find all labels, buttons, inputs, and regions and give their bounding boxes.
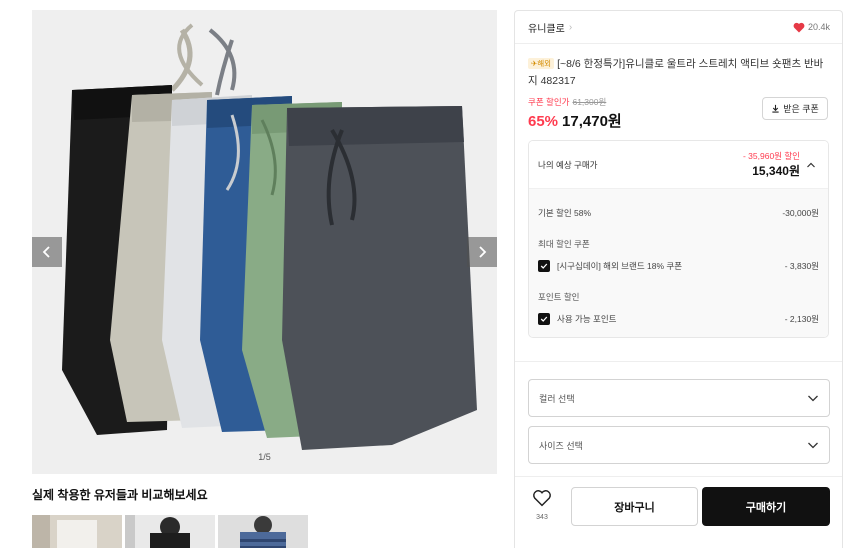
size-select[interactable]: 사이즈 선택 (528, 426, 830, 464)
base-discount-value: -30,000원 (782, 208, 819, 218)
chevron-left-icon (42, 246, 50, 258)
coupon-price-label: 쿠폰 할인가 (528, 97, 570, 107)
coupon-checkbox[interactable] (538, 260, 550, 272)
heart-filled-icon (793, 22, 805, 32)
product-photo (32, 10, 497, 474)
size-select-placeholder: 사이즈 선택 (539, 440, 583, 451)
max-coupon-section-label: 최대 할인 쿠폰 (538, 239, 590, 249)
overseas-badge: ✈해외 (528, 58, 555, 69)
prev-image-button[interactable] (32, 237, 62, 267)
product-image-gallery[interactable]: 1/5 (32, 10, 497, 474)
buy-now-button[interactable]: 구매하기 (702, 487, 830, 526)
product-info-panel: 유니클로 › 20.4k ✈해외 [~8/6 한정특가]유니클로 울트라 스트레치… (514, 10, 843, 548)
wishlist-count: 343 (536, 514, 548, 521)
coupon-discount-value: - 3,830원 (784, 261, 819, 271)
product-title-text: [~8/6 한정특가]유니클로 울트라 스트레치 액티브 숏팬츠 반바지 482… (528, 58, 824, 87)
estimated-price-amounts: - 35,960원 할인 15,340원 (743, 150, 800, 179)
sale-price: 17,470원 (562, 113, 622, 130)
estimated-total: 15,340원 (752, 164, 800, 178)
compare-section-title: 실제 착용한 유저들과 비교해보세요 (32, 488, 208, 502)
user-photo-thumbnail[interactable] (218, 515, 308, 548)
check-icon (540, 263, 548, 269)
divider (515, 361, 842, 362)
chevron-right-icon (479, 246, 487, 258)
point-checkbox[interactable] (538, 313, 550, 325)
product-title: ✈해외 [~8/6 한정특가]유니클로 울트라 스트레치 액티브 숏팬츠 반바지 … (515, 44, 842, 96)
point-section-label: 포인트 할인 (538, 292, 580, 302)
total-savings: - 35,960원 할인 (742, 151, 800, 161)
wishlist-button[interactable]: 343 (531, 489, 553, 521)
point-discount-left: 사용 가능 포인트 (538, 313, 616, 325)
coupon-discount-left: [시구십데이] 해외 브랜드 18% 쿠폰 (538, 260, 682, 272)
image-counter: 1/5 (258, 452, 271, 462)
color-select[interactable]: 컬러 선택 (528, 379, 830, 417)
point-item-label: 사용 가능 포인트 (557, 314, 617, 324)
received-coupon-button[interactable]: 받은 쿠폰 (762, 97, 828, 120)
user-photo-thumbnail[interactable] (125, 515, 215, 548)
heart-outline-icon (533, 490, 551, 507)
brand-like-count: 20.4k (807, 22, 830, 32)
user-photo-thumbnails (32, 515, 308, 548)
brand-like[interactable]: 20.4k (793, 22, 830, 33)
color-select-placeholder: 컬러 선택 (539, 393, 575, 404)
estimated-price-label: 나의 예상 구매가 (538, 159, 598, 170)
chevron-down-icon (808, 442, 818, 449)
brand-link[interactable]: 유니클로 › (528, 20, 572, 35)
brand-name: 유니클로 (528, 23, 565, 35)
estimated-price-box: 나의 예상 구매가 - 35,960원 할인 15,340원 기본 할인 58%… (528, 140, 829, 338)
discount-percent: 65% (528, 113, 559, 130)
point-discount-row: 사용 가능 포인트 - 2,130원 (538, 313, 819, 325)
chevron-up-icon (807, 162, 815, 167)
check-icon (540, 316, 548, 322)
base-discount-row: 기본 할인 58% -30,000원 (538, 207, 819, 219)
price-area: 쿠폰 할인가 61,300원 65% 17,470원 받은 쿠폰 (515, 96, 842, 134)
estimated-price-values: - 35,960원 할인 15,340원 (743, 150, 816, 179)
estimated-price-toggle[interactable]: 나의 예상 구매가 - 35,960원 할인 15,340원 (529, 141, 828, 189)
add-to-cart-button[interactable]: 장바구니 (571, 487, 698, 526)
received-coupon-label: 받은 쿠폰 (783, 104, 819, 114)
base-discount-label: 기본 할인 58% (538, 208, 592, 218)
chevron-right-icon: › (568, 21, 573, 33)
point-discount-value: - 2,130원 (784, 314, 819, 324)
divider (515, 476, 842, 477)
next-image-button[interactable] (467, 237, 497, 267)
discount-breakdown: 기본 할인 58% -30,000원 최대 할인 쿠폰 [시구십데이] 해외 브… (529, 189, 828, 337)
chevron-down-icon (808, 395, 818, 402)
coupon-item-label: [시구십데이] 해외 브랜드 18% 쿠폰 (557, 261, 683, 271)
coupon-discount-row: [시구십데이] 해외 브랜드 18% 쿠폰 - 3,830원 (538, 260, 819, 272)
original-price: 61,300원 (572, 97, 607, 107)
user-photo-thumbnail[interactable] (32, 515, 122, 548)
brand-row: 유니클로 › 20.4k (515, 11, 842, 44)
download-icon (772, 104, 779, 113)
